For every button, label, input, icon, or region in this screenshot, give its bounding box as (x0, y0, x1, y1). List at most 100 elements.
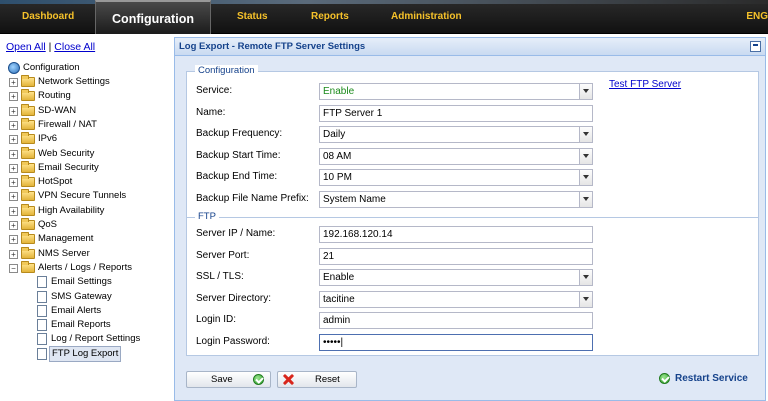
close-icon (283, 374, 294, 385)
expand-toggle-icon[interactable]: + (9, 78, 18, 87)
folder-icon (21, 117, 35, 130)
nav-administration[interactable]: Administration (391, 0, 462, 34)
login-id-input[interactable]: admin (319, 312, 593, 330)
open-all-link[interactable]: Open All (6, 41, 46, 53)
ftp-fieldset: FTP Server IP / Name: 192.168.120.14 Serve… (186, 211, 759, 356)
backup-frequency-select[interactable]: Daily (319, 126, 593, 143)
expand-toggle-icon[interactable]: + (9, 192, 18, 202)
expand-toggle-icon[interactable]: + (9, 235, 18, 245)
backup-file-name-prefix-label: Backup File Name Prefix: (196, 192, 309, 204)
collapse-icon[interactable] (750, 41, 761, 52)
chevron-down-icon[interactable] (579, 291, 592, 307)
server-port-value: 21 (323, 250, 335, 262)
expand-toggle-icon[interactable]: + (9, 135, 18, 145)
login-id-value: admin (323, 315, 351, 327)
backup-file-name-prefix-select[interactable]: System Name (319, 190, 593, 208)
tree-controls: Open All | Close All (6, 41, 95, 53)
backup-end-time-value: 10 PM (323, 172, 352, 183)
server-directory-value: tacitine (323, 293, 355, 305)
name-input[interactable]: FTP Server 1 (319, 104, 593, 122)
expand-toggle-icon[interactable]: + (9, 178, 18, 188)
folder-icon (21, 203, 35, 216)
save-button[interactable]: Save (186, 371, 271, 388)
collapse-toggle-icon[interactable]: − (9, 263, 18, 273)
login-password-label: Login Password: (196, 336, 270, 347)
ftp-legend: FTP (195, 211, 219, 222)
tree-item-label: NMS Server (38, 247, 90, 259)
backup-start-time-select[interactable]: 08 AM (319, 147, 593, 165)
tree-subitem-label: Log / Report Settings (51, 333, 141, 345)
backup-frequency-value: Daily (323, 129, 346, 140)
server-ip-name-label: Server IP / Name: (196, 228, 276, 239)
folder-icon (21, 260, 35, 273)
top-nav-bar: Dashboard Configuration Status Reports A… (0, 0, 768, 34)
nav-dashboard[interactable]: Dashboard (22, 0, 74, 34)
expand-toggle-icon[interactable]: + (9, 149, 18, 159)
sidebar: Open All | Close All Configuration + Netw… (0, 34, 172, 401)
page-icon (37, 319, 47, 332)
service-value: Enable (323, 86, 355, 97)
tree-item-label: SD-WAN (38, 104, 77, 116)
chevron-down-icon[interactable] (579, 170, 592, 185)
chevron-down-icon[interactable] (579, 127, 592, 142)
nav-status[interactable]: Status (237, 0, 268, 34)
ftp-settings-panel: Log Export - Remote FTP Server Settings … (174, 37, 766, 401)
tree-controls-separator: | (48, 41, 52, 53)
tree-item-label: Firewall / NAT (38, 118, 97, 130)
expand-toggle-icon[interactable]: + (9, 120, 18, 130)
server-directory-select[interactable]: tacitine (319, 290, 593, 308)
server-directory-label: Server Directory: (196, 292, 272, 304)
server-port-label: Server Port: (196, 249, 250, 261)
close-all-link[interactable]: Close All (54, 41, 95, 53)
expand-toggle-icon[interactable]: + (9, 221, 18, 230)
language-selector[interactable]: ENG (746, 0, 768, 34)
backup-frequency-label: Backup Frequency: (196, 128, 283, 139)
tree-item-label: Email Security (38, 161, 99, 173)
nav-reports[interactable]: Reports (311, 0, 349, 34)
folder-icon (21, 246, 35, 259)
folder-icon (21, 232, 35, 245)
expand-toggle-icon[interactable]: + (9, 206, 18, 216)
login-password-input[interactable]: •••••| (319, 334, 593, 351)
configuration-fieldset: Configuration Service: Enable Name: FTP Ser… (186, 65, 759, 239)
expand-toggle-icon[interactable]: + (9, 249, 18, 259)
folder-icon (21, 160, 35, 173)
folder-icon (21, 89, 35, 102)
backup-end-time-select[interactable]: 10 PM (319, 169, 593, 186)
tree-item-label: Web Security (38, 147, 95, 159)
tree-item-label: Management (38, 233, 94, 245)
tree-item-label: Network Settings (38, 76, 110, 87)
expand-toggle-icon[interactable]: + (9, 92, 18, 102)
chevron-down-icon[interactable] (579, 270, 592, 286)
chevron-down-icon[interactable] (579, 191, 592, 207)
tree-subitem-label: SMS Gateway (51, 290, 112, 302)
tree-root-label: Configuration (23, 62, 80, 73)
ssl-tls-label: SSL / TLS: (196, 271, 244, 283)
tree-item-label: HotSpot (38, 176, 73, 188)
reset-button[interactable]: Reset (277, 371, 357, 388)
server-ip-name-input[interactable]: 192.168.120.14 (319, 226, 593, 243)
tree-subitem-label: Email Alerts (51, 304, 102, 316)
save-button-label: Save (211, 374, 233, 385)
login-id-label: Login ID: (196, 314, 237, 326)
test-ftp-server-link[interactable]: Test FTP Server (609, 79, 681, 90)
service-select[interactable]: Enable (319, 83, 593, 100)
restart-service-label: Restart Service (675, 373, 748, 384)
tree-item-label: IPv6 (38, 133, 58, 145)
server-port-input[interactable]: 21 (319, 247, 593, 265)
expand-toggle-icon[interactable]: + (9, 106, 18, 116)
folder-icon (21, 175, 35, 188)
backup-file-name-prefix-value: System Name (323, 193, 386, 205)
ssl-tls-select[interactable]: Enable (319, 269, 593, 287)
tree-subitem-label: Email Reports (51, 319, 111, 331)
folder-icon (21, 218, 35, 230)
expand-toggle-icon[interactable]: + (9, 163, 18, 173)
tree-item-label: QoS (38, 219, 58, 230)
tree-item-label: VPN Secure Tunnels (38, 190, 127, 202)
nav-configuration[interactable]: Configuration (95, 0, 211, 34)
tree-item-label: Routing (38, 90, 71, 102)
folder-icon (21, 189, 35, 202)
chevron-down-icon[interactable] (579, 148, 592, 164)
chevron-down-icon[interactable] (579, 84, 592, 99)
restart-check-icon (659, 373, 670, 384)
